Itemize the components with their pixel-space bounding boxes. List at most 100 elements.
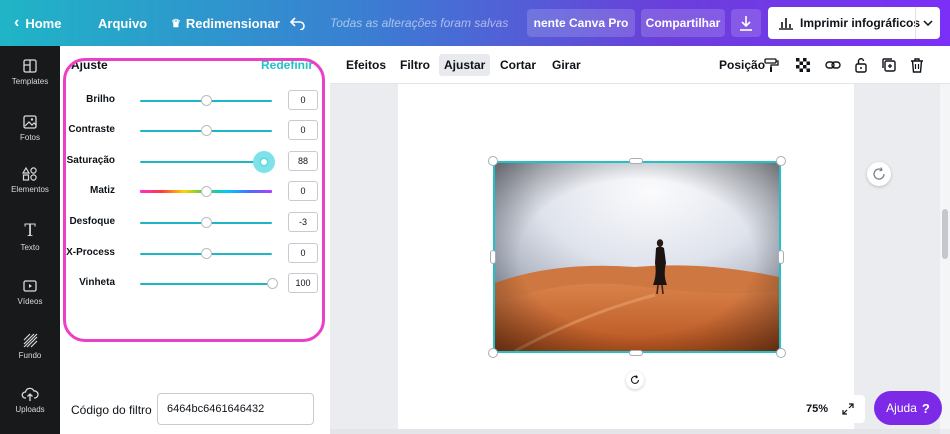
value-input[interactable]: 0 — [288, 243, 318, 263]
bar-chart-icon — [779, 18, 793, 30]
try-pro-label: nente Canva Pro — [533, 16, 629, 30]
resize-handle-top-right[interactable] — [776, 156, 786, 166]
resize-handle-left[interactable] — [490, 250, 496, 264]
row-label: Matiz — [90, 185, 115, 196]
crown-icon: ♛ — [171, 17, 181, 30]
slider-thumb[interactable] — [200, 186, 212, 197]
slider-thumb[interactable] — [200, 95, 212, 106]
help-label: Ajuda — [886, 401, 917, 415]
adjust-row-contrast: Contraste 0 — [60, 119, 330, 143]
save-status: Todas as alterações foram salvas — [330, 16, 509, 30]
rotate-icon — [630, 375, 640, 384]
question-icon: ? — [921, 400, 930, 416]
trash-icon[interactable] — [908, 56, 926, 74]
elements-icon — [22, 166, 37, 181]
tab-adjust[interactable]: Ajustar — [439, 54, 491, 76]
sidebar-label-templates: Templates — [11, 77, 49, 86]
resize-handle-right[interactable] — [778, 250, 784, 264]
top-bar: ‹ Home Arquivo ♛ Redimensionar Todas as … — [0, 0, 950, 46]
zoom-control[interactable]: 75% — [795, 395, 865, 423]
paint-roller-icon[interactable] — [762, 56, 780, 74]
value-input[interactable]: 0 — [288, 181, 318, 201]
background-icon — [23, 333, 38, 348]
sidebar-item-elements[interactable]: Elementos — [0, 166, 60, 194]
tab-effects[interactable]: Efeitos — [341, 54, 391, 76]
row-label: Vinheta — [79, 277, 115, 288]
sidebar-item-background[interactable]: Fundo — [0, 332, 60, 360]
value-input[interactable]: 88 — [288, 151, 318, 171]
adjust-row-xprocess: X-Process 0 — [60, 242, 330, 266]
help-button[interactable]: Ajuda ? — [874, 391, 942, 425]
vertical-scrollbar[interactable] — [940, 84, 950, 429]
unlock-icon[interactable] — [852, 56, 870, 74]
home-label: Home — [25, 15, 62, 31]
editor-toolbar: Efeitos Filtro Ajustar Cortar Girar Posi… — [330, 46, 950, 84]
photos-icon — [23, 115, 37, 129]
desert-woman-image — [495, 163, 779, 351]
download-icon — [740, 16, 752, 31]
adjust-row-vignette: Vinheta 100 — [60, 272, 330, 296]
slider-thumb[interactable] — [253, 151, 276, 173]
resize-handle-bottom[interactable] — [629, 350, 643, 356]
resize-handle-bottom-right[interactable] — [776, 348, 786, 358]
uploads-icon — [21, 387, 39, 401]
resize-handle-bottom-left[interactable] — [488, 348, 498, 358]
print-infographics-button[interactable]: Imprimir infográficos — [768, 7, 940, 39]
home-button[interactable]: ‹ Home — [14, 0, 61, 46]
value-input[interactable]: 100 — [288, 273, 318, 293]
expand-icon[interactable] — [842, 403, 854, 415]
chevron-down-icon[interactable] — [915, 7, 940, 39]
sidebar-label-background: Fundo — [18, 351, 42, 360]
adjust-row-saturation: Saturação 88 — [60, 150, 330, 174]
link-icon[interactable] — [824, 56, 842, 74]
file-label: Arquivo — [98, 15, 148, 31]
selected-photo[interactable] — [493, 161, 781, 353]
try-pro-button[interactable]: nente Canva Pro — [527, 9, 635, 37]
sidebar-item-templates[interactable]: Templates — [0, 58, 60, 86]
sidebar-item-videos[interactable]: Vídeos — [0, 278, 60, 306]
transparency-icon[interactable] — [794, 56, 812, 74]
templates-icon — [23, 59, 37, 73]
value-input[interactable]: 0 — [288, 120, 318, 140]
rotate-handle[interactable] — [626, 371, 644, 389]
sidebar-item-photos[interactable]: Fotos — [0, 114, 60, 142]
row-label: Contraste — [68, 124, 115, 135]
videos-icon — [23, 280, 37, 292]
value-input[interactable]: -3 — [288, 212, 318, 232]
panel-header: Ajuste Redefinir — [60, 46, 330, 84]
slider-track[interactable] — [140, 283, 272, 285]
comment-refresh-icon — [873, 167, 885, 180]
panel-title: Ajuste — [71, 58, 108, 72]
slider-thumb[interactable] — [200, 217, 212, 228]
slider-thumb[interactable] — [200, 125, 212, 136]
row-label: Brilho — [86, 94, 115, 105]
resize-button[interactable]: ♛ Redimensionar — [171, 0, 280, 46]
slider-thumb[interactable] — [266, 278, 278, 289]
sidebar-item-text[interactable]: T Texto — [0, 222, 60, 252]
reset-button[interactable]: Redefinir — [261, 58, 313, 72]
file-menu[interactable]: Arquivo — [98, 0, 147, 46]
share-label: Compartilhar — [645, 16, 721, 30]
value-input[interactable]: 0 — [288, 90, 318, 110]
undo-button[interactable] — [290, 0, 306, 46]
vertical-scroll-thumb[interactable] — [942, 209, 948, 259]
slider-thumb[interactable] — [200, 248, 212, 259]
row-label: X-Process — [66, 247, 115, 258]
share-button[interactable]: Compartilhar — [641, 9, 725, 37]
resize-handle-top-left[interactable] — [488, 156, 498, 166]
print-label: Imprimir infográficos — [800, 16, 921, 30]
tab-filter[interactable]: Filtro — [395, 54, 435, 76]
sidebar-label-uploads: Uploads — [15, 405, 45, 414]
sidebar-label-elements: Elementos — [11, 185, 49, 194]
sidebar-item-uploads[interactable]: Uploads — [0, 386, 60, 414]
tab-crop[interactable]: Cortar — [495, 54, 541, 76]
duplicate-icon[interactable] — [880, 56, 898, 74]
filter-code-input[interactable]: 6464bc6461646432 — [157, 393, 314, 425]
horizontal-scrollbar[interactable] — [330, 429, 940, 434]
download-button[interactable] — [731, 9, 761, 37]
zoom-level: 75% — [806, 403, 829, 415]
refresh-page-button[interactable] — [867, 162, 891, 186]
adjust-row-brightness: Brilho 0 — [60, 89, 330, 113]
resize-handle-top[interactable] — [629, 158, 643, 164]
tab-rotate[interactable]: Girar — [547, 54, 586, 76]
